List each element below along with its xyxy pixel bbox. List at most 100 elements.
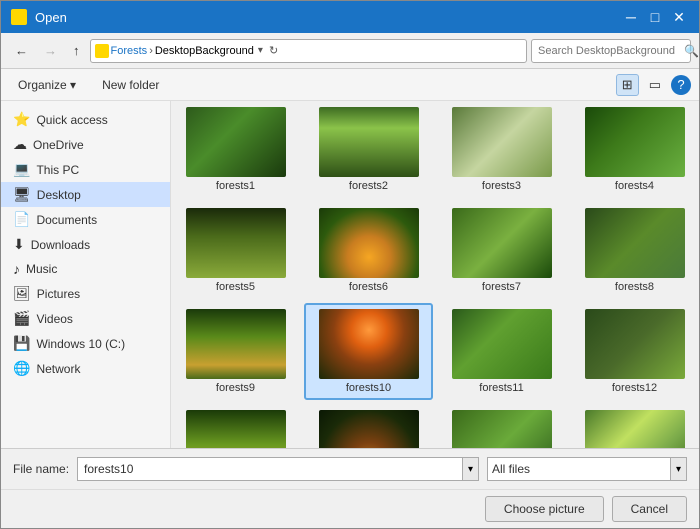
file-thumb-f15 <box>452 410 552 448</box>
file-item-f3[interactable]: forests3 <box>437 101 566 198</box>
filename-input[interactable] <box>77 457 463 481</box>
file-item-f9[interactable]: forests9 <box>171 303 300 400</box>
second-toolbar: Organize ▾ New folder ⊞ ▭ ? <box>1 69 699 101</box>
file-item-f14[interactable]: forests14 <box>304 404 433 448</box>
bottom-bar: File name: ▾ All filesJPEG ImagesPNG Ima… <box>1 448 699 489</box>
file-item-f8[interactable]: forests8 <box>570 202 699 299</box>
open-dialog: Open ─ □ ✕ ← → ↑ Forests › DesktopBackgr… <box>0 0 700 529</box>
sidebar-item-videos[interactable]: 🎬 Videos <box>1 306 170 331</box>
search-bar[interactable]: 🔍 <box>531 39 691 63</box>
file-grid: forests1 forests2 forests3 forests4 fore… <box>171 101 699 448</box>
minimize-button[interactable]: ─ <box>621 7 641 27</box>
sidebar-label-videos: Videos <box>36 312 72 326</box>
close-button[interactable]: ✕ <box>669 7 689 27</box>
file-item-f16[interactable]: forests16 <box>570 404 699 448</box>
window-title: Open <box>35 10 67 25</box>
search-input[interactable] <box>538 45 680 57</box>
new-folder-button[interactable]: New folder <box>93 75 168 95</box>
sidebar-label-pictures: Pictures <box>37 287 80 301</box>
address-bar[interactable]: Forests › DesktopBackground ▾ ↻ <box>90 39 528 63</box>
file-item-f12[interactable]: forests12 <box>570 303 699 400</box>
file-name-f10: forests10 <box>346 382 391 394</box>
sidebar-label-documents: Documents <box>36 213 97 227</box>
sidebar-icon-this-pc: 💻 <box>13 161 30 178</box>
refresh-icon[interactable]: ↻ <box>267 44 280 57</box>
sidebar-label-windows-c: Windows 10 (C:) <box>36 337 125 351</box>
sidebar-icon-quick-access: ⭐ <box>13 111 30 128</box>
sidebar-icon-music: ♪ <box>13 261 20 277</box>
content-area[interactable]: forests1 forests2 forests3 forests4 fore… <box>171 101 699 448</box>
sidebar-label-quick-access: Quick access <box>36 113 107 127</box>
preview-button[interactable]: ▭ <box>643 74 667 96</box>
file-item-f15[interactable]: forests15 <box>437 404 566 448</box>
address-part1: Forests <box>111 45 148 57</box>
toolbar-right: ⊞ ▭ ? <box>616 74 691 96</box>
title-bar: Open ─ □ ✕ <box>1 1 699 33</box>
file-item-f4[interactable]: forests4 <box>570 101 699 198</box>
title-bar-left: Open <box>11 9 67 25</box>
maximize-button[interactable]: □ <box>645 7 665 27</box>
sidebar-item-this-pc[interactable]: 💻 This PC <box>1 157 170 182</box>
file-thumb-f9 <box>186 309 286 379</box>
file-thumb-f16 <box>585 410 685 448</box>
file-item-f2[interactable]: forests2 <box>304 101 433 198</box>
forward-button[interactable]: → <box>38 39 63 62</box>
file-name-f3: forests3 <box>482 180 521 192</box>
address-dropdown-icon[interactable]: ▾ <box>258 45 263 56</box>
sidebar-item-desktop[interactable]: 🖥Desktop <box>1 182 170 207</box>
file-name-f8: forests8 <box>615 281 654 293</box>
sidebar-item-pictures[interactable]: 🖼Pictures <box>1 281 170 306</box>
file-item-f6[interactable]: forests6 <box>304 202 433 299</box>
sidebar-icon-windows-c: 💾 <box>13 335 30 352</box>
filename-input-wrap: ▾ <box>77 457 479 481</box>
file-thumb-f11 <box>452 309 552 379</box>
title-controls: ─ □ ✕ <box>621 7 689 27</box>
sidebar-label-downloads: Downloads <box>31 238 90 252</box>
sidebar-item-downloads[interactable]: ⬇Downloads <box>1 232 170 257</box>
address-path: Forests › DesktopBackground <box>95 44 254 58</box>
main-area: ⭐Quick access☁OneDrive💻This PC🖥Desktop📄D… <box>1 101 699 448</box>
sidebar-item-windows-c[interactable]: 💾 Windows 10 (C:) <box>1 331 170 356</box>
file-thumb-f13 <box>186 410 286 448</box>
filename-dropdown-icon[interactable]: ▾ <box>463 457 479 481</box>
filetype-select[interactable]: All filesJPEG ImagesPNG ImagesBMP Images <box>487 457 671 481</box>
file-item-f10[interactable]: forests10 <box>304 303 433 400</box>
file-name-f1: forests1 <box>216 180 255 192</box>
sidebar-item-documents[interactable]: 📄 Documents <box>1 207 170 232</box>
sidebar-icon-videos: 🎬 <box>13 310 30 327</box>
file-thumb-f2 <box>319 107 419 177</box>
file-item-f5[interactable]: forests5 <box>171 202 300 299</box>
search-icon: 🔍 <box>684 44 699 58</box>
sidebar-item-onedrive[interactable]: ☁OneDrive <box>1 132 170 157</box>
sidebar-icon-desktop: 🖥 <box>13 186 31 203</box>
organize-button[interactable]: Organize ▾ <box>9 75 85 95</box>
file-item-f1[interactable]: forests1 <box>171 101 300 198</box>
sidebar-label-this-pc: This PC <box>36 163 79 177</box>
cancel-button[interactable]: Cancel <box>612 496 687 522</box>
help-button[interactable]: ? <box>671 75 691 95</box>
filename-label: File name: <box>13 462 69 476</box>
file-name-f12: forests12 <box>612 382 657 394</box>
sidebar-icon-documents: 📄 <box>13 211 30 228</box>
sidebar-item-network[interactable]: 🌐Network <box>1 356 170 381</box>
file-thumb-f1 <box>186 107 286 177</box>
filetype-dropdown-icon[interactable]: ▾ <box>671 457 687 481</box>
file-item-f11[interactable]: forests11 <box>437 303 566 400</box>
sidebar: ⭐Quick access☁OneDrive💻This PC🖥Desktop📄D… <box>1 101 171 448</box>
file-name-f5: forests5 <box>216 281 255 293</box>
file-thumb-f6 <box>319 208 419 278</box>
sidebar-label-onedrive: OneDrive <box>33 138 84 152</box>
file-name-f7: forests7 <box>482 281 521 293</box>
file-thumb-f12 <box>585 309 685 379</box>
back-button[interactable]: ← <box>9 39 34 62</box>
file-thumb-f4 <box>585 107 685 177</box>
sidebar-icon-network: 🌐 <box>13 360 30 377</box>
up-button[interactable]: ↑ <box>67 39 86 62</box>
file-item-f7[interactable]: forests7 <box>437 202 566 299</box>
file-item-f13[interactable]: forests13 <box>171 404 300 448</box>
sidebar-item-quick-access[interactable]: ⭐ Quick access <box>1 107 170 132</box>
filetype-select-wrap: All filesJPEG ImagesPNG ImagesBMP Images… <box>487 457 687 481</box>
choose-picture-button[interactable]: Choose picture <box>485 496 604 522</box>
grid-view-button[interactable]: ⊞ <box>616 74 639 96</box>
sidebar-item-music[interactable]: ♪Music <box>1 257 170 281</box>
